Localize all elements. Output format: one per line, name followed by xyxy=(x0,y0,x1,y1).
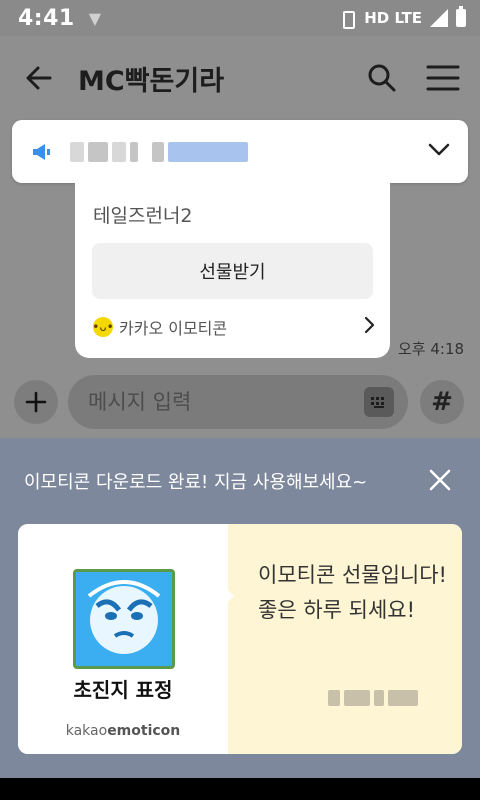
gift-card-message: 이모티콘 선물입니다! 좋은 하루 되세요! xyxy=(258,563,447,622)
close-icon xyxy=(429,469,451,491)
message-input[interactable] xyxy=(88,390,364,414)
popup-header-text: 이모티콘 다운로드 완료! 지금 사용해보세요~ xyxy=(24,472,368,493)
close-button[interactable] xyxy=(428,468,452,495)
card-left-panel: 초진지 표정 kakaoemoticon xyxy=(18,524,228,754)
gift-message-card: 테일즈런너2 선물받기 •ᴗ• 카카오 이모티콘 xyxy=(75,183,390,358)
network-label: HD LTE xyxy=(364,9,422,27)
signal-icon xyxy=(430,9,448,27)
menu-icon[interactable] xyxy=(426,63,460,93)
kakao-emoticon-logo: kakaoemoticon xyxy=(18,723,228,739)
back-arrow-icon[interactable] xyxy=(20,58,60,98)
brand-prefix: kakao xyxy=(65,723,108,739)
status-indicators: HD LTE xyxy=(338,6,466,29)
wifi-icon: ▼ xyxy=(88,8,102,28)
plus-icon xyxy=(25,391,47,413)
sender-blurred-name xyxy=(328,690,418,706)
notice-bar[interactable] xyxy=(12,120,468,183)
search-icon[interactable] xyxy=(366,62,398,94)
kakao-emoticon-icon: •ᴗ• xyxy=(92,317,114,337)
chat-area: MC빡돈기라 테일즈런너2 선물받기 •ᴗ• 카카오 이모티콘 오후 4:18 … xyxy=(0,36,480,438)
hashtag-button[interactable]: # xyxy=(420,380,464,424)
emoticon-popup: 이모티콘 다운로드 완료! 지금 사용해보세요~ 초진지 표정 kakaoemo… xyxy=(0,438,480,778)
status-time: 4:41 xyxy=(18,5,75,31)
chat-header: MC빡돈기라 xyxy=(0,36,480,120)
receive-gift-button[interactable]: 선물받기 xyxy=(92,243,373,299)
megaphone-icon xyxy=(30,140,54,164)
battery-icon xyxy=(456,6,466,27)
gift-footer[interactable]: •ᴗ• 카카오 이모티콘 xyxy=(92,315,376,339)
chevron-right-icon xyxy=(364,316,376,338)
keyboard-icon[interactable] xyxy=(364,387,394,417)
vibrate-icon xyxy=(338,10,356,29)
status-bar: 4:41 ▼ HD LTE xyxy=(0,0,480,36)
emoticon-thumbnail xyxy=(73,569,175,669)
chevron-down-icon[interactable] xyxy=(428,142,450,161)
message-timestamp: 오후 4:18 xyxy=(398,340,465,358)
bubble-notch xyxy=(222,584,234,608)
emoticon-title: 초진지 표정 xyxy=(73,678,173,702)
chat-title: MC빡돈기라 xyxy=(78,65,225,97)
plus-button[interactable] xyxy=(14,380,58,424)
header-actions xyxy=(366,62,460,94)
message-input-wrap xyxy=(68,375,408,429)
emoticon-card[interactable]: 초진지 표정 kakaoemoticon 이모티콘 선물입니다! 좋은 하루 되… xyxy=(18,524,462,754)
card-right-panel: 이모티콘 선물입니다! 좋은 하루 되세요! xyxy=(228,524,462,754)
message-composer: # xyxy=(0,374,480,430)
notice-blurred-text xyxy=(70,141,248,162)
gift-item-name: 테일즈런너2 xyxy=(93,205,193,227)
brand-suffix: emoticon xyxy=(107,723,181,739)
bottom-nav-bar xyxy=(0,778,480,800)
gift-footer-label: 카카오 이모티콘 xyxy=(119,319,228,338)
